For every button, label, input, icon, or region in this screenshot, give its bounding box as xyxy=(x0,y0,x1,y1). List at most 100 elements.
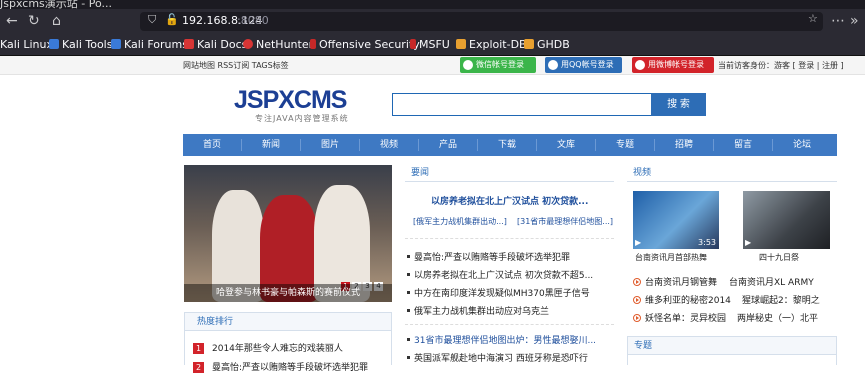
insecure-lock-icon[interactable]: 🔓 xyxy=(165,13,179,26)
nav-item-guestbook[interactable]: 留言 xyxy=(714,134,772,156)
rank-badge: 2 xyxy=(193,362,204,373)
list-item[interactable]: 1 2014年那些令人难忘的戏装丽人 xyxy=(193,341,343,354)
list-item[interactable]: 妖怪名单：灵异校园 xyxy=(633,311,726,324)
list-item-text: 中方在南印度洋发现疑似MH370黑匣子信号 xyxy=(414,289,590,299)
weibo-login-button[interactable]: 用微博帐号登录 xyxy=(632,57,714,73)
weibo-icon xyxy=(635,60,645,70)
list-item[interactable]: 以房养老拟在北上广汉试点 初次贷款不超5... xyxy=(407,268,612,281)
list-item[interactable]: 中方在南印度洋发现疑似MH370黑匣子信号 xyxy=(407,286,612,299)
bookmark-kali-tools[interactable]: Kali Tools xyxy=(49,38,112,52)
address-bar[interactable]: ⛉ 🔓 192.168.8.124 :8080 ☆ xyxy=(140,12,823,31)
bookmark-ghdb[interactable]: GHDB xyxy=(524,38,570,52)
bookmark-label: Kali Tools xyxy=(62,38,113,51)
tab-title[interactable]: Jspxcms演示站 - Po... xyxy=(0,0,112,9)
list-item[interactable]: 维多利亚的秘密2014 xyxy=(633,293,731,306)
video-caption[interactable]: 四十九日祭 xyxy=(759,252,799,263)
list-item[interactable]: 2 曼高怡:严查以贿赂等手段破坏选举犯罪 xyxy=(193,360,368,373)
video-thumbnail[interactable]: ▶ 3:53 xyxy=(633,191,719,249)
kali-icon xyxy=(49,39,59,49)
news-headline[interactable]: 以房养老拟在北上广汉试点 初次贷款... xyxy=(431,194,588,207)
list-item[interactable]: 台南资讯月XL ARMY xyxy=(729,275,814,288)
site-tagline: 专注JAVA内容管理系统 xyxy=(255,114,349,123)
bullet xyxy=(407,255,410,258)
nav-item-jobs[interactable]: 招聘 xyxy=(655,134,713,156)
nav-item-news[interactable]: 新闻 xyxy=(242,134,300,156)
play-circle-icon xyxy=(633,296,641,304)
video-caption[interactable]: 台南资讯月首部热舞 xyxy=(635,252,707,263)
video-panel: 视频 ▶ 3:53 台南资讯月首部热舞 ▶ 四十九日祭 台南资讯月钢管舞 台南资… xyxy=(627,164,837,365)
ghdb-icon xyxy=(524,39,534,49)
news-panel: 要闻 以房养老拟在北上广汉试点 初次贷款... [俄军主力战机集群出动...] … xyxy=(405,164,614,365)
bookmark-label: Exploit-DB xyxy=(469,38,527,51)
list-item-text: 台南资讯月钢管舞 xyxy=(645,278,718,288)
nethunter-icon xyxy=(243,39,253,49)
hot-ranking-panel: 热度排行 1 2014年那些令人难忘的戏装丽人 2 曼高怡:严查以贿赂等手段破坏选举… xyxy=(184,312,392,373)
search-input[interactable] xyxy=(392,93,652,116)
bookmark-label: Kali Docs xyxy=(197,38,248,51)
hot-ranking-title: 热度排行 xyxy=(185,313,391,331)
list-item-text: 以房养老拟在北上广汉试点 初次贷款不超5... xyxy=(414,271,594,281)
list-item-text: 台南资讯月XL ARMY xyxy=(729,278,814,288)
search-button[interactable]: 搜 索 xyxy=(651,93,706,116)
bookmark-kali-linux[interactable]: Kali Linux xyxy=(0,38,53,52)
extensions-icon[interactable]: » xyxy=(850,13,859,29)
nav-item-products[interactable]: 产品 xyxy=(419,134,477,156)
nav-item-topics[interactable]: 专题 xyxy=(596,134,654,156)
list-item[interactable]: 猩球崛起2：黎明之 xyxy=(742,293,820,306)
qq-login-button[interactable]: 用QQ帐号登录 xyxy=(545,57,622,73)
list-item-text: 两岸秘史（一）北平 xyxy=(737,314,819,324)
bookmark-kali-forums[interactable]: Kali Forums xyxy=(111,38,188,52)
bookmark-offensive-security[interactable]: Offensive Security xyxy=(310,38,420,52)
nav-item-images[interactable]: 图片 xyxy=(301,134,359,156)
shield-icon[interactable]: ⛉ xyxy=(148,13,156,27)
home-icon[interactable]: ⌂ xyxy=(52,13,61,29)
bookmark-msfu[interactable]: MSFU xyxy=(410,38,450,52)
more-icon[interactable]: ⋯ xyxy=(831,13,845,29)
news-sub-link[interactable]: [俄军主力战机集群出动...] xyxy=(413,216,507,227)
reload-icon[interactable]: ↻ xyxy=(28,13,40,29)
video-thumbnail[interactable]: ▶ xyxy=(743,191,830,249)
nav-item-home[interactable]: 首页 xyxy=(183,134,241,156)
bullet xyxy=(407,291,410,294)
nav-item-downloads[interactable]: 下载 xyxy=(478,134,536,156)
nav-item-library[interactable]: 文库 xyxy=(537,134,595,156)
qq-login-label: 用QQ帐号登录 xyxy=(561,60,614,69)
bookmark-star-icon[interactable]: ☆ xyxy=(808,12,818,25)
site-logo[interactable]: JSPXCMS xyxy=(234,86,347,115)
bookmark-label: NetHunter xyxy=(256,38,314,51)
bullet xyxy=(407,309,410,312)
slideshow-image[interactable]: 1234 哈登参与林书豪与帕森斯的赛前仪式 xyxy=(184,165,392,302)
bookmark-label: MSFU xyxy=(419,38,450,51)
qq-icon xyxy=(548,60,558,70)
video-title: 视频 xyxy=(627,164,837,182)
bookmark-nethunter[interactable]: NetHunter xyxy=(243,38,313,52)
nav-item-forum[interactable]: 论坛 xyxy=(773,134,831,156)
top-links[interactable]: 网站地图 RSS订阅 TAGS标签 xyxy=(183,60,289,71)
slideshow-caption[interactable]: 哈登参与林书豪与帕森斯的赛前仪式 xyxy=(184,284,392,302)
divider xyxy=(405,238,614,239)
weibo-login-label: 用微博帐号登录 xyxy=(648,60,704,69)
list-item[interactable]: 台南资讯月钢管舞 xyxy=(633,275,717,288)
kali-docs-icon xyxy=(184,39,194,49)
list-item[interactable]: 曼高怡:严查以贿赂等手段破坏选举犯罪 xyxy=(407,250,612,263)
news-sub-link[interactable]: [31省市最理想伴侣地图...] xyxy=(517,216,613,227)
nav-item-video[interactable]: 视频 xyxy=(360,134,418,156)
list-item-text: 俄军主力战机集群出动应对乌克兰 xyxy=(414,307,550,317)
list-item[interactable]: 英国派军舰赴地中海演习 西班牙称是恐吓行 xyxy=(407,351,612,364)
wechat-login-label: 微信帐号登录 xyxy=(476,60,524,69)
site-top-strip: 网站地图 RSS订阅 TAGS标签 微信帐号登录 用QQ帐号登录 用微博帐号登录… xyxy=(0,56,865,75)
back-icon[interactable]: ← xyxy=(6,13,18,29)
list-item-text: 2014年那些令人难忘的戏装丽人 xyxy=(212,344,343,354)
list-item-text: 妖怪名单：灵异校园 xyxy=(645,314,727,324)
visitor-identity[interactable]: 当前访客身份：游客 [ 登录 | 注册 ] xyxy=(718,60,844,71)
bookmark-kali-docs[interactable]: Kali Docs xyxy=(184,38,247,52)
rank-badge: 1 xyxy=(193,343,204,354)
play-icon: ▶ xyxy=(635,238,642,247)
list-item[interactable]: 俄军主力战机集群出动应对乌克兰 xyxy=(407,304,612,317)
bookmark-exploit-db[interactable]: Exploit-DB xyxy=(456,38,527,52)
list-item[interactable]: 两岸秘史（一）北平 xyxy=(737,311,818,324)
list-item[interactable]: 31省市最理想伴侣地图出炉：男性最想娶川... xyxy=(407,333,612,346)
wechat-login-button[interactable]: 微信帐号登录 xyxy=(460,57,536,73)
bookmark-label: Offensive Security xyxy=(319,38,420,51)
topic-title: 专题 xyxy=(628,337,836,355)
